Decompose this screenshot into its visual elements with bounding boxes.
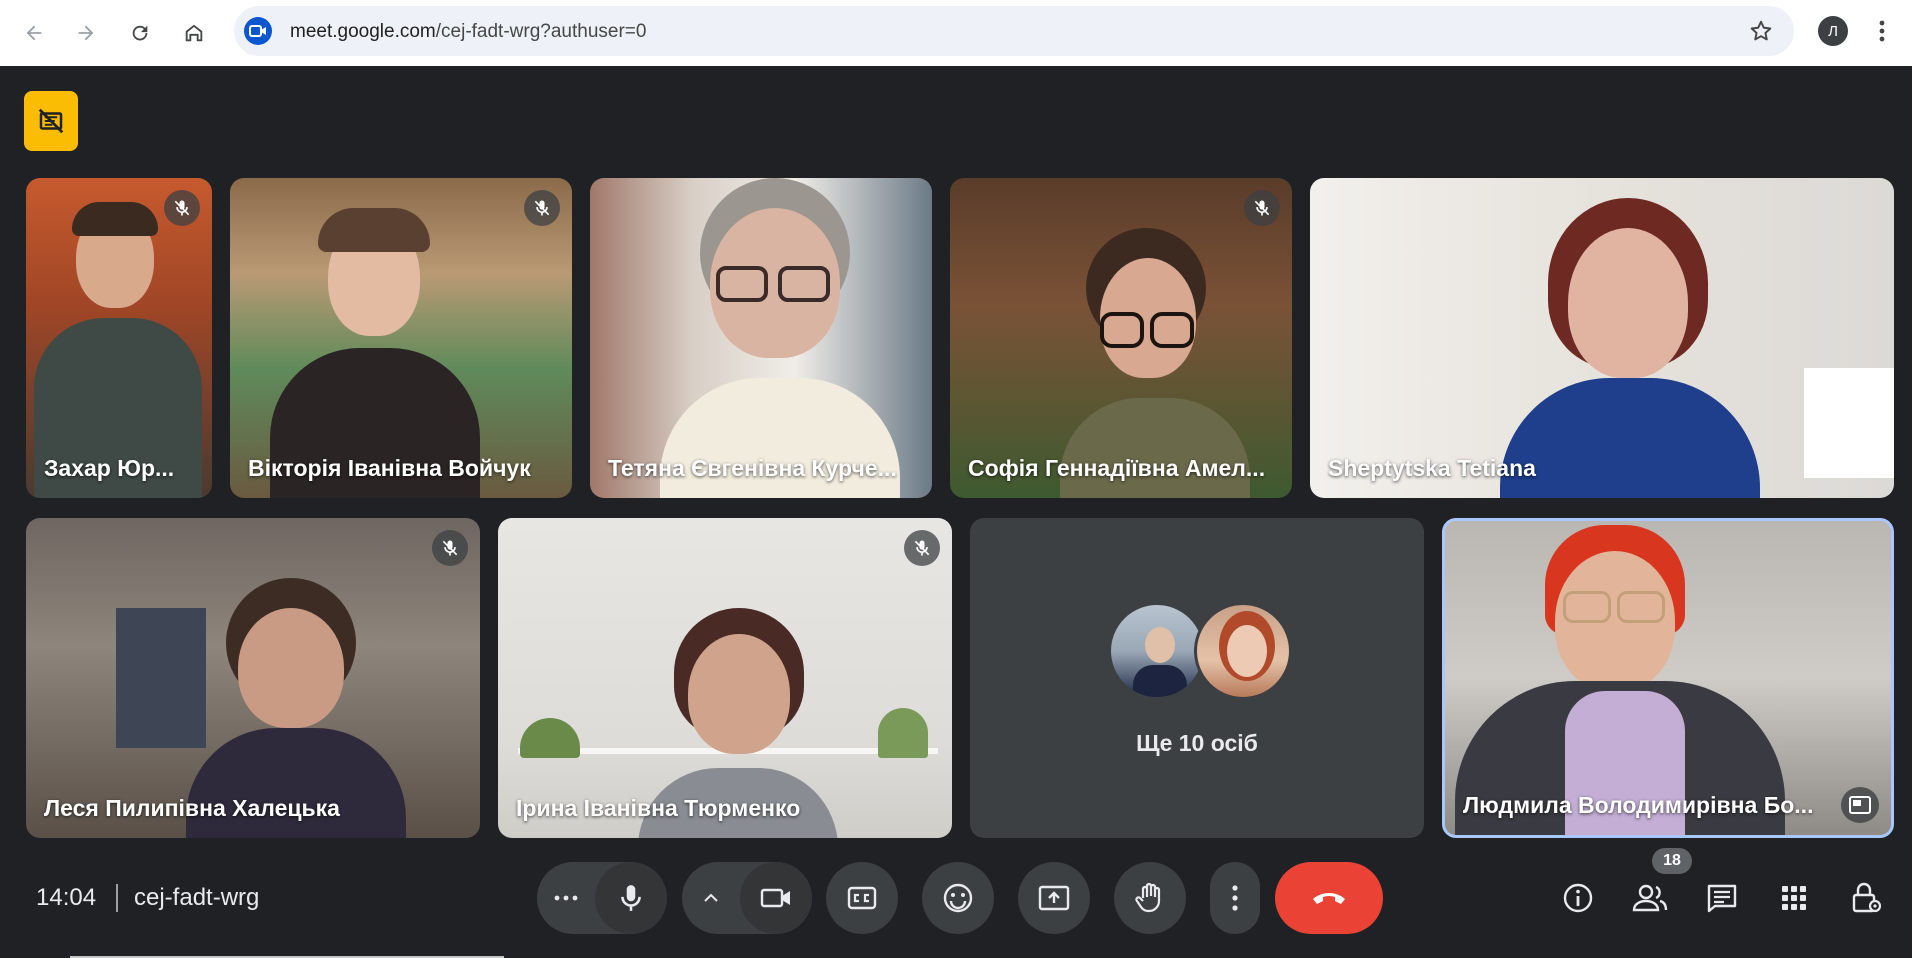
leave-call-button[interactable] — [1275, 862, 1383, 934]
host-controls-button[interactable] — [1844, 876, 1888, 920]
meeting-clock: 14:04 — [36, 884, 97, 911]
mic-off-icon — [914, 540, 930, 556]
emoji-icon — [943, 883, 973, 913]
microphone-button[interactable] — [595, 862, 667, 934]
profile-avatar[interactable]: Л — [1818, 16, 1848, 46]
reload-button[interactable] — [120, 13, 160, 53]
participant-tile[interactable]: Ірина Іванівна Тюрменко — [498, 518, 952, 838]
raise-hand-icon — [1135, 882, 1161, 913]
mic-off-indicator — [1244, 190, 1280, 226]
mic-off-indicator — [524, 190, 560, 226]
mic-off-indicator — [164, 190, 200, 226]
more-icon — [1232, 885, 1238, 911]
home-button[interactable] — [174, 13, 214, 53]
audio-options-button[interactable] — [537, 862, 595, 934]
camera-button[interactable] — [740, 862, 812, 934]
chevron-up-icon — [704, 893, 718, 902]
participant-video — [1445, 521, 1891, 835]
forward-icon — [78, 25, 94, 41]
background-plant — [878, 708, 928, 758]
reactions-button[interactable] — [922, 862, 994, 934]
address-bar[interactable]: meet.google.com/cej-fadt-wrg?authuser=0 — [234, 6, 1794, 56]
participant-name: Sheptytska Tetiana — [1328, 455, 1536, 481]
people-button[interactable] — [1628, 876, 1672, 920]
end-call-icon — [1313, 893, 1345, 904]
more-participants-avatars — [1108, 602, 1292, 702]
background-shelf — [1804, 368, 1894, 478]
participant-video — [1500, 198, 1760, 498]
raise-hand-button[interactable] — [1114, 862, 1186, 934]
participant-name: Людмила Володимирівна Бо... — [1463, 792, 1814, 818]
pip-icon — [1849, 796, 1871, 814]
browser-toolbar: meet.google.com/cej-fadt-wrg?authuser=0 … — [0, 0, 1912, 66]
participant-tile[interactable]: Леся Пилипівна Халецька — [26, 518, 480, 838]
avatar — [1108, 602, 1206, 700]
audio-control-group — [537, 862, 667, 934]
participant-count-badge: 18 — [1652, 848, 1692, 874]
more-participants-label: Ще 10 осіб — [1136, 730, 1258, 756]
reload-icon — [132, 25, 148, 41]
chat-button[interactable] — [1700, 876, 1744, 920]
participant-name: Ірина Іванівна Тюрменко — [516, 795, 801, 821]
participant-video — [270, 198, 480, 498]
more-participants-tile[interactable]: Ще 10 осіб — [970, 518, 1424, 838]
mic-off-icon — [174, 200, 190, 216]
chat-icon — [1707, 884, 1737, 913]
participant-tile-active-speaker[interactable]: Людмила Володимирівна Бо... — [1442, 518, 1894, 838]
mic-off-icon — [442, 540, 458, 556]
meeting-code: cej-fadt-wrg — [134, 884, 260, 911]
visibility-off-icon — [38, 108, 64, 134]
avatar — [1194, 602, 1292, 700]
activities-icon — [1782, 886, 1806, 910]
participant-tile[interactable]: Тетяна Євгенівна Курче... — [590, 178, 932, 498]
pip-button[interactable] — [1841, 787, 1879, 823]
mic-off-icon — [1254, 200, 1270, 216]
participant-name: Вікторія Іванівна Войчук — [248, 455, 531, 481]
participant-name: Леся Пилипівна Халецька — [44, 795, 340, 821]
mic-off-indicator — [432, 530, 468, 566]
captions-icon — [847, 886, 877, 910]
bookmark-button[interactable] — [1748, 18, 1774, 49]
video-options-button[interactable] — [682, 862, 740, 934]
menu-icon — [1879, 20, 1885, 42]
participant-tile[interactable]: Sheptytska Tetiana — [1310, 178, 1894, 498]
participant-video — [660, 178, 900, 498]
meeting-stage: Захар Юр... Вікторія Іванівна Войчук Тет… — [0, 66, 1912, 958]
forward-button[interactable] — [66, 13, 106, 53]
present-button[interactable] — [1018, 862, 1090, 934]
url-text: meet.google.com/cej-fadt-wrg?authuser=0 — [290, 21, 647, 42]
mic-off-indicator — [904, 530, 940, 566]
browser-menu-button[interactable] — [1872, 16, 1892, 46]
meeting-details-button[interactable] — [1556, 876, 1600, 920]
captions-button[interactable] — [826, 862, 898, 934]
back-icon — [26, 25, 42, 41]
participant-name: Софія Геннадіївна Амел... — [968, 455, 1266, 481]
meet-icon — [244, 17, 272, 45]
more-options-button[interactable] — [1210, 862, 1260, 934]
camera-icon — [760, 888, 790, 908]
present-icon — [1038, 885, 1070, 911]
participant-name: Тетяна Євгенівна Курче... — [608, 455, 897, 481]
participant-tile[interactable]: Вікторія Іванівна Войчук — [230, 178, 572, 498]
people-icon — [1632, 884, 1668, 912]
participant-tile[interactable]: Захар Юр... — [26, 178, 212, 498]
visibility-off-badge[interactable] — [24, 91, 78, 151]
background-plant — [520, 718, 580, 758]
home-icon — [185, 24, 203, 42]
mic-icon — [621, 885, 641, 911]
back-button[interactable] — [14, 13, 54, 53]
video-control-group — [682, 862, 812, 934]
participant-tile[interactable]: Софія Геннадіївна Амел... — [950, 178, 1292, 498]
info-icon — [1563, 883, 1593, 913]
control-bar: 14:04 cej-fadt-wrg 18 — [0, 848, 1912, 958]
host-controls-icon — [1852, 882, 1881, 913]
mic-off-icon — [534, 200, 550, 216]
activities-button[interactable] — [1772, 876, 1816, 920]
star-icon — [1750, 20, 1772, 41]
divider — [116, 884, 118, 912]
more-icon — [554, 895, 578, 901]
participant-name: Захар Юр... — [44, 455, 175, 481]
